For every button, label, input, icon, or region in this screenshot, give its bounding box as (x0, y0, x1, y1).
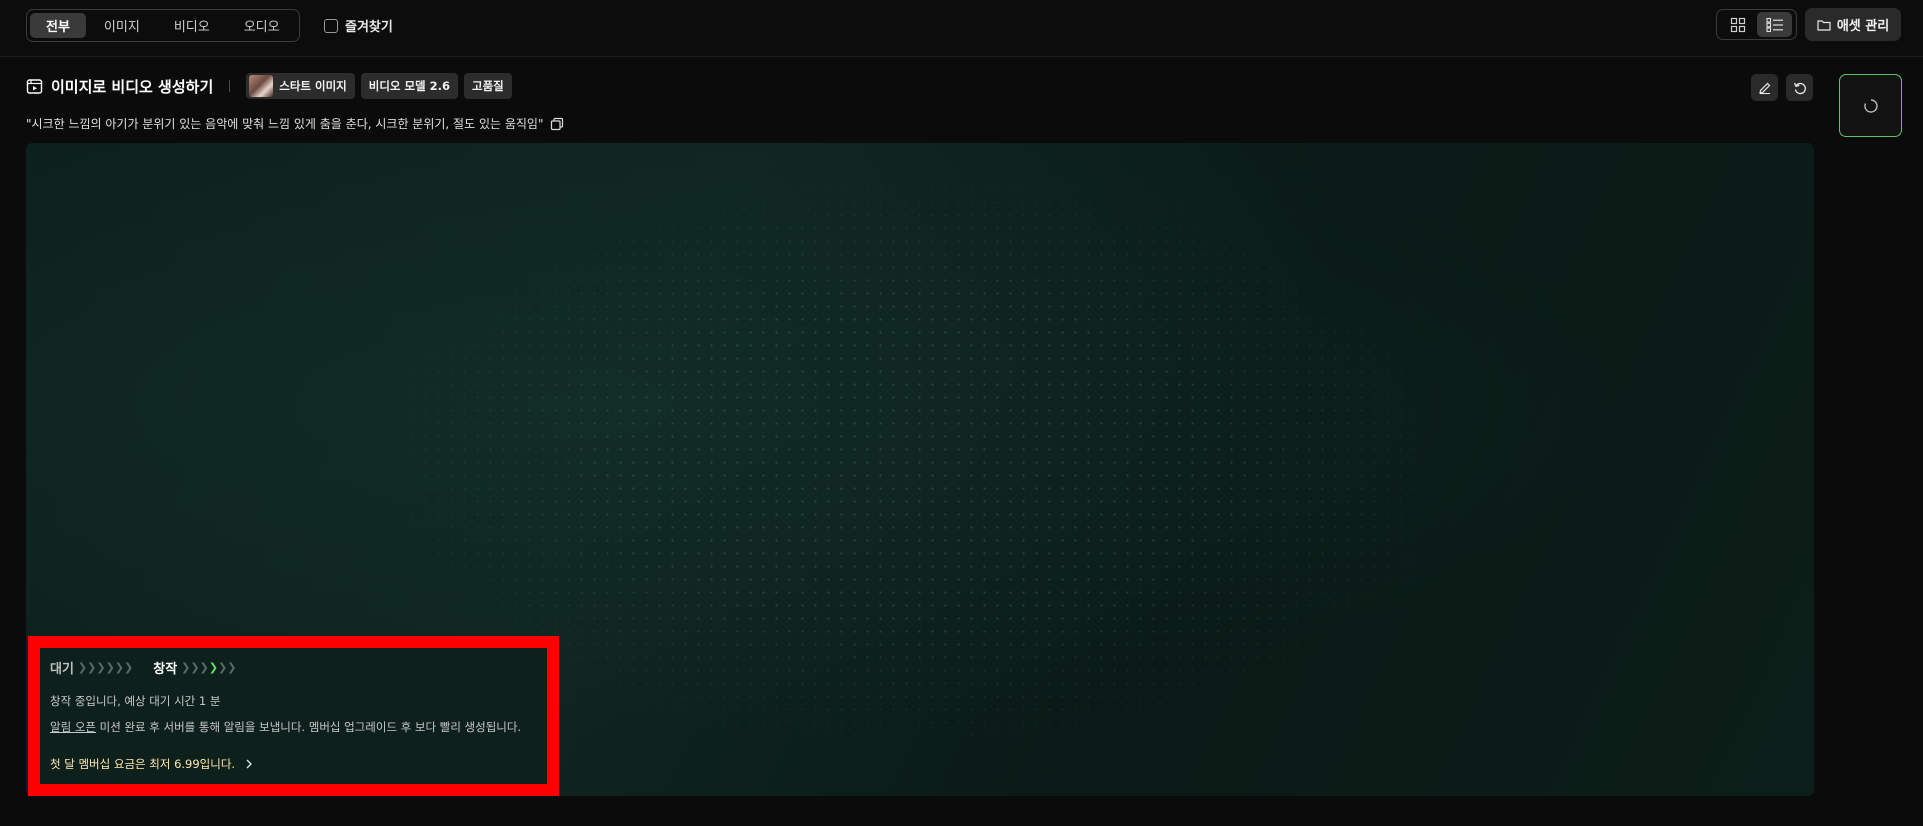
create-chevron-active: ❯ (208, 661, 219, 674)
video-generation-icon (26, 78, 43, 94)
loading-spinner-icon (1863, 98, 1878, 113)
notify-message: 미션 완료 후 서버를 통해 알림을 보냅니다. 멤버십 업그레이드 후 보다 … (95, 720, 522, 734)
favorites-label: 즐겨찾기 (345, 20, 393, 35)
create-chevrons: ❯❯❯❯❯❯ (181, 661, 236, 674)
tab-audio[interactable]: 오디오 (228, 13, 296, 38)
media-filter-tabs: 전부 이미지 비디오 오디오 (26, 9, 300, 42)
tab-all[interactable]: 전부 (30, 13, 86, 38)
folder-icon (1817, 19, 1831, 31)
quality-chip: 고품질 (464, 73, 512, 99)
top-bar: 전부 이미지 비디오 오디오 즐겨찾기 애셋 관리 (0, 0, 1923, 57)
create-chevrons-done: ❯❯❯ (181, 661, 209, 674)
notify-open-link[interactable]: 알림 오픈 (50, 720, 96, 734)
start-image-chip[interactable]: 스타트 이미지 (246, 73, 355, 99)
membership-offer-text: 첫 달 멤버십 요금은 최저 6.99입니다. (50, 757, 236, 771)
header-divider (229, 80, 231, 92)
prompt-row: "시크한 느낌의 아기가 분위기 있는 음악에 맞춰 느낌 있게 춤을 춘다, … (26, 115, 564, 132)
asset-manage-label: 애셋 관리 (1836, 19, 1890, 34)
tab-video[interactable]: 비디오 (158, 13, 226, 38)
copy-icon[interactable] (550, 117, 564, 131)
favorites-checkbox[interactable] (324, 18, 338, 33)
list-view-button[interactable] (1757, 12, 1792, 37)
asset-manage-button[interactable]: 애셋 관리 (1805, 8, 1901, 41)
progress-steps: 대기 ❯❯❯❯❯❯ 창작 ❯❯❯❯❯❯ (50, 658, 537, 677)
task-header: 이미지로 비디오 생성하기 스타트 이미지 비디오 모델 2.6 고품질 (26, 73, 518, 99)
wait-chevrons: ❯❯❯❯❯❯ (77, 661, 134, 674)
start-image-label: 스타트 이미지 (279, 79, 347, 93)
model-chip: 비디오 모델 2.6 (360, 73, 459, 99)
generation-status-panel: 대기 ❯❯❯❯❯❯ 창작 ❯❯❯❯❯❯ 창작 중입니다, 예상 대기 시간 1 … (28, 636, 559, 796)
dot-pattern-background (406, 183, 1426, 743)
grid-view-button[interactable] (1720, 12, 1755, 37)
regenerate-button[interactable] (1786, 74, 1813, 101)
chevron-right-icon (246, 759, 252, 769)
step-wait-label: 대기 (50, 662, 74, 677)
task-title: 이미지로 비디오 생성하기 (51, 77, 214, 96)
notify-message-row: 알림 오픈 미션 완료 후 서버를 통해 알림을 보냅니다. 멤버십 업그레이드… (50, 719, 537, 735)
refresh-icon (1793, 82, 1806, 94)
list-view-icon (1765, 17, 1783, 32)
grid-view-icon (1730, 17, 1745, 32)
create-chevrons-pending: ❯❯ (218, 661, 237, 674)
pencil-icon (1758, 82, 1770, 94)
generating-thumbnail[interactable] (1839, 74, 1902, 137)
membership-offer-link[interactable]: 첫 달 멤버십 요금은 최저 6.99입니다. (50, 756, 537, 772)
prompt-text: "시크한 느낌의 아기가 분위기 있는 음악에 맞춰 느낌 있게 춤을 춘다, … (26, 117, 544, 131)
favorites-filter[interactable]: 즐겨찾기 (324, 16, 393, 35)
tab-image[interactable]: 이미지 (88, 13, 156, 38)
step-create-label: 창작 (153, 662, 178, 677)
progress-message: 창작 중입니다, 예상 대기 시간 1 분 (50, 694, 221, 708)
edit-button[interactable] (1751, 74, 1778, 101)
view-mode-toggle (1716, 9, 1797, 40)
start-image-thumbnail (249, 75, 274, 97)
